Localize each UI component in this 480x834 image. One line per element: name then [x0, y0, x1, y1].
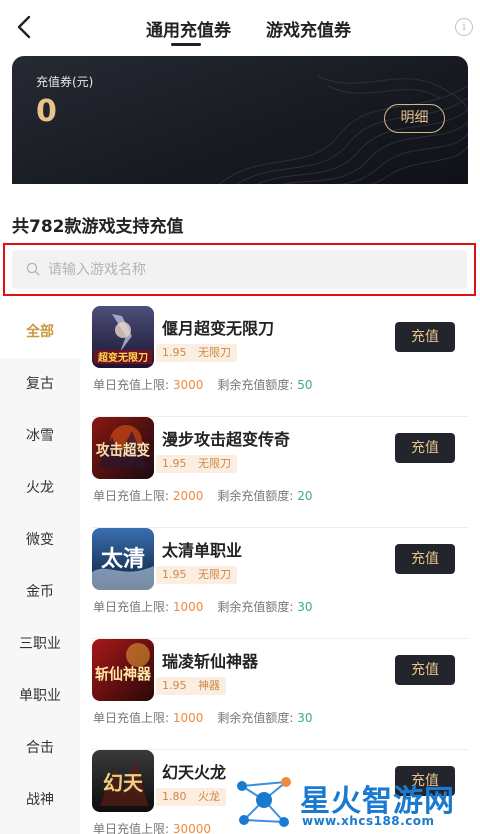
category-sidebar: 全部 复古 冰雪 火龙 微变 金币 三职业 单职业 合击 战神	[0, 306, 80, 834]
discount-badge: 1.80	[156, 788, 193, 806]
voucher-balance-value: 0	[36, 94, 57, 129]
single-limit-label: 单日充值上限:	[93, 489, 173, 503]
watermark-url: www.xhcs188.com	[302, 814, 435, 828]
game-cover-text: 幻天	[103, 771, 144, 795]
game-cover-image: 幻天	[92, 750, 154, 812]
game-cover-image: 超变无限刀	[92, 306, 154, 368]
single-limit-label: 单日充值上限:	[93, 378, 173, 392]
single-limit-label: 单日充值上限:	[93, 711, 173, 725]
remaining-value: 30	[297, 600, 313, 614]
supported-games-count: 共782款游戏支持充值	[12, 217, 184, 237]
game-list-item[interactable]: 太清 太清单职业 1.95 无限刀 单日充值上限: 1000 剩余充值额度: 30…	[80, 528, 480, 639]
discount-badge: 1.95	[156, 455, 193, 473]
game-name: 漫步攻击超变传奇	[162, 430, 291, 449]
category-item-combo[interactable]: 合击	[0, 722, 80, 774]
game-cover-text: 斩仙神器	[95, 665, 152, 683]
game-cover-text: 超变无限刀	[97, 351, 148, 364]
voucher-balance-label: 充值券(元)	[36, 75, 94, 89]
remaining-label: 剩余充值额度:	[217, 600, 298, 614]
game-tag-badge: 无限刀	[192, 455, 237, 473]
remaining-value: 20	[297, 489, 313, 503]
single-limit-value: 2000	[172, 489, 204, 503]
remaining-label: 剩余充值额度:	[217, 711, 298, 725]
single-limit-label: 单日充值上限:	[93, 600, 173, 614]
category-item-micro-change[interactable]: 微变	[0, 514, 80, 566]
game-tag-badge: 火龙	[192, 788, 226, 806]
game-name: 太清单职业	[162, 541, 243, 560]
charge-button[interactable]: 充值	[395, 655, 455, 685]
recharge-limits: 单日充值上限: 1000 剩余充值额度: 30	[93, 709, 313, 726]
top-navbar: 通用充值券 游戏充值券 i	[0, 0, 480, 56]
discount-badge: 1.95	[156, 566, 193, 584]
category-item-war-god[interactable]: 战神	[0, 774, 80, 826]
search-input[interactable]	[48, 250, 448, 289]
category-item-retro[interactable]: 复古	[0, 358, 80, 410]
game-list-item[interactable]: 斩仙神器 瑞凌斩仙神器 1.95 神器 单日充值上限: 1000 剩余充值额度: …	[80, 639, 480, 750]
info-circle-icon[interactable]: i	[455, 18, 473, 36]
remaining-value: 30	[297, 711, 313, 725]
game-tag-badge: 神器	[192, 677, 226, 695]
tab-general-voucher[interactable]: 通用充值券	[146, 16, 231, 41]
category-item-all[interactable]: 全部	[0, 306, 80, 358]
single-limit-value: 1000	[172, 600, 204, 614]
site-watermark: 星火智游网 www.xhcs188.com	[230, 770, 480, 834]
discount-badge: 1.95	[156, 677, 193, 695]
single-limit-label: 单日充值上限:	[93, 822, 173, 834]
single-limit-value: 30000	[172, 822, 212, 834]
detail-button[interactable]: 明细	[384, 104, 445, 133]
discount-badge: 1.95	[156, 344, 193, 362]
game-name: 瑞凌斩仙神器	[162, 652, 259, 671]
back-arrow-icon[interactable]	[14, 14, 36, 40]
active-tab-indicator	[171, 43, 201, 46]
tab-game-voucher[interactable]: 游戏充值券	[266, 16, 351, 41]
category-item-single-class[interactable]: 单职业	[0, 670, 80, 722]
network-logo-icon	[237, 777, 291, 827]
game-name: 幻天火龙	[162, 763, 227, 782]
search-icon	[26, 262, 40, 276]
game-cover-image: 斩仙神器	[92, 639, 154, 701]
game-tag-badge: 无限刀	[192, 566, 237, 584]
game-tag-badge: 无限刀	[192, 344, 237, 362]
recharge-limits: 单日充值上限: 30000	[93, 820, 211, 834]
charge-button[interactable]: 充值	[395, 322, 455, 352]
game-cover-text: 太清	[101, 546, 145, 572]
game-name: 偃月超变无限刀	[162, 319, 275, 338]
recharge-limits: 单日充值上限: 2000 剩余充值额度: 20	[93, 487, 313, 504]
single-limit-value: 1000	[172, 711, 204, 725]
charge-button[interactable]: 充值	[395, 544, 455, 574]
category-item-ice[interactable]: 冰雪	[0, 410, 80, 462]
game-cover-text: 攻击超变	[96, 441, 150, 459]
voucher-balance-card: 充值券(元) 0 明细	[12, 56, 468, 196]
category-item-firedragon[interactable]: 火龙	[0, 462, 80, 514]
single-limit-value: 3000	[172, 378, 204, 392]
charge-button[interactable]: 充值	[395, 433, 455, 463]
game-list-item[interactable]: 攻击超变 漫步攻击超变传奇 1.95 无限刀 单日充值上限: 2000 剩余充值额…	[80, 417, 480, 528]
category-item-gold[interactable]: 金币	[0, 566, 80, 618]
remaining-label: 剩余充值额度:	[217, 378, 298, 392]
remaining-value: 50	[297, 378, 313, 392]
category-item-three-class[interactable]: 三职业	[0, 618, 80, 670]
recharge-limits: 单日充值上限: 3000 剩余充值额度: 50	[93, 376, 313, 393]
search-bar[interactable]	[12, 250, 467, 289]
game-cover-image: 攻击超变	[92, 417, 154, 479]
game-cover-image: 太清	[92, 528, 154, 590]
game-list-item[interactable]: 超变无限刀 偃月超变无限刀 1.95 无限刀 单日充值上限: 3000 剩余充值额…	[80, 306, 480, 417]
recharge-limits: 单日充值上限: 1000 剩余充值额度: 30	[93, 598, 313, 615]
remaining-label: 剩余充值额度:	[217, 489, 298, 503]
